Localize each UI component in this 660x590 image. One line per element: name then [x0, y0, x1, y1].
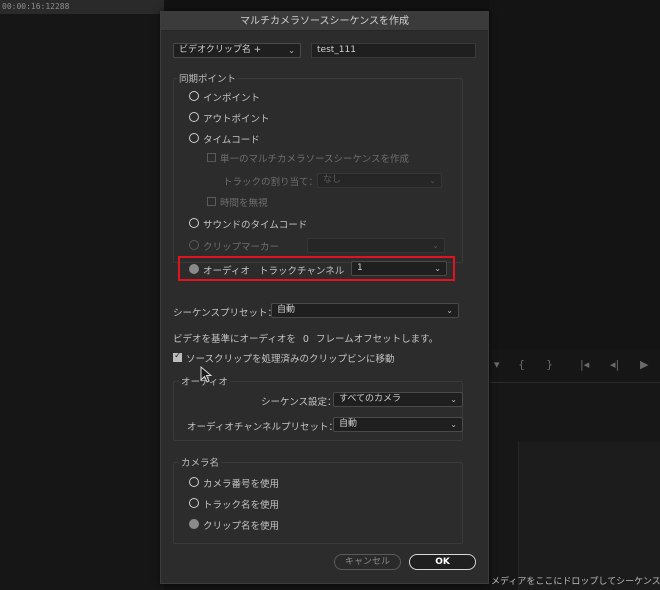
track-assignment-select[interactable]: なし ⌄: [317, 173, 442, 188]
sequence-preset-value: 自動: [277, 305, 296, 315]
dialog-title: マルチカメラソースシーケンスを作成: [161, 12, 488, 31]
audio-sequence-settings-select[interactable]: すべてのカメラ ⌄: [333, 392, 463, 407]
timecode-display: 00:00:16:12288: [0, 0, 164, 14]
track-channel-value: 1: [357, 263, 363, 273]
radio-out-point[interactable]: [189, 112, 199, 122]
camera-number-label: カメラ番号を使用: [203, 479, 280, 490]
radio-clip-name[interactable]: [189, 519, 199, 529]
name-source-value: ビデオクリップ名 +: [179, 45, 262, 55]
in-point-label: インポイント: [203, 93, 261, 104]
sequence-name-input[interactable]: test_111: [311, 43, 476, 58]
audio-sequence-settings-label: シーケンス設定：: [261, 397, 337, 408]
chevron-down-icon: ⌄: [429, 176, 436, 185]
radio-audio[interactable]: [189, 264, 199, 274]
sound-timecode-label: サウンドのタイムコード: [203, 220, 308, 231]
play-icon[interactable]: ▶: [640, 358, 648, 371]
ignore-time-checkbox[interactable]: [207, 197, 216, 206]
track-channel-label: トラックチャンネル: [259, 266, 345, 277]
program-monitor: [490, 0, 660, 350]
chevron-down-icon: ⌄: [432, 241, 439, 250]
single-sequence-label: 単一のマルチカメラソースシーケンスを作成: [220, 154, 410, 165]
radio-in-point[interactable]: [189, 91, 199, 101]
name-source-select[interactable]: ビデオクリップ名 + ⌄: [173, 43, 301, 58]
offset-suffix: フレームオフセットします。: [315, 334, 439, 345]
track-assignment-label: トラックの割り当て：: [223, 177, 319, 188]
chevron-down-icon: ⌄: [450, 420, 457, 429]
ok-button[interactable]: OK: [409, 554, 476, 570]
timecode-label: タイムコード: [203, 135, 260, 146]
clip-marker-select[interactable]: ⌄: [307, 238, 445, 253]
timeline-drop-area[interactable]: [518, 442, 660, 590]
drop-hint-text: メディアをここにドロップしてシーケンス: [491, 577, 660, 587]
sequence-preset-label: シーケンスプリセット：: [173, 308, 278, 319]
chevron-down-icon: ⌄: [446, 306, 453, 315]
create-multicam-dialog: マルチカメラソースシーケンスを作成 ビデオクリップ名 + ⌄ test_111 …: [160, 11, 489, 584]
audio-sequence-settings-value: すべてのカメラ: [339, 394, 402, 404]
left-panel: 00:00:16:12288: [0, 0, 164, 590]
camera-name-legend: カメラ名: [179, 455, 222, 469]
radio-camera-number[interactable]: [189, 477, 199, 487]
marker-icon[interactable]: ▾: [494, 358, 500, 371]
offset-text: ビデオを基準にオーディオを 0 フレームオフセットします。: [173, 331, 438, 345]
sync-point-group: [173, 78, 463, 263]
step-back-icon[interactable]: ◂|: [610, 358, 619, 371]
radio-clip-marker[interactable]: [189, 240, 199, 250]
out-bracket-icon[interactable]: }: [546, 358, 553, 371]
radio-track-name[interactable]: [189, 498, 199, 508]
track-channel-select[interactable]: 1 ⌄: [351, 261, 447, 276]
clip-marker-label: クリップマーカー: [203, 242, 280, 253]
offset-prefix: ビデオを基準にオーディオを: [173, 334, 296, 345]
clip-name-label: クリップ名を使用: [203, 521, 280, 532]
go-to-in-icon[interactable]: |◂: [580, 358, 589, 371]
mouse-cursor-icon: [200, 366, 213, 383]
move-source-clips-checkbox[interactable]: [173, 351, 182, 362]
chevron-down-icon: ⌄: [434, 264, 441, 273]
audio-channel-preset-value: 自動: [339, 419, 358, 429]
chevron-down-icon: ⌄: [450, 395, 457, 404]
in-bracket-icon[interactable]: {: [518, 358, 525, 371]
chevron-down-icon: ⌄: [288, 46, 295, 55]
radio-sound-timecode[interactable]: [189, 218, 199, 228]
sync-point-legend: 同期ポイント: [177, 71, 239, 85]
audio-channel-preset-label: オーディオチャンネルプリセット：: [187, 422, 339, 433]
transport-controls: ▾ { } |◂ ◂| ▶: [490, 350, 660, 380]
sequence-preset-select[interactable]: 自動 ⌄: [271, 303, 459, 318]
track-name-label: トラック名を使用: [203, 500, 280, 511]
offset-value[interactable]: 0: [299, 334, 313, 345]
track-assignment-value: なし: [323, 175, 342, 185]
audio-channel-preset-select[interactable]: 自動 ⌄: [333, 417, 463, 432]
move-source-clips-label: ソースクリップを処理済みのクリップビンに移動: [186, 354, 395, 365]
cancel-button[interactable]: キャンセル: [334, 554, 401, 570]
single-sequence-checkbox[interactable]: [207, 153, 216, 162]
out-point-label: アウトポイント: [203, 114, 270, 125]
panel-divider: [490, 382, 660, 383]
radio-timecode[interactable]: [189, 133, 199, 143]
timeline-panel: [490, 380, 660, 590]
audio-label: オーディオ: [203, 266, 250, 277]
ignore-time-label: 時間を無視: [220, 198, 268, 209]
